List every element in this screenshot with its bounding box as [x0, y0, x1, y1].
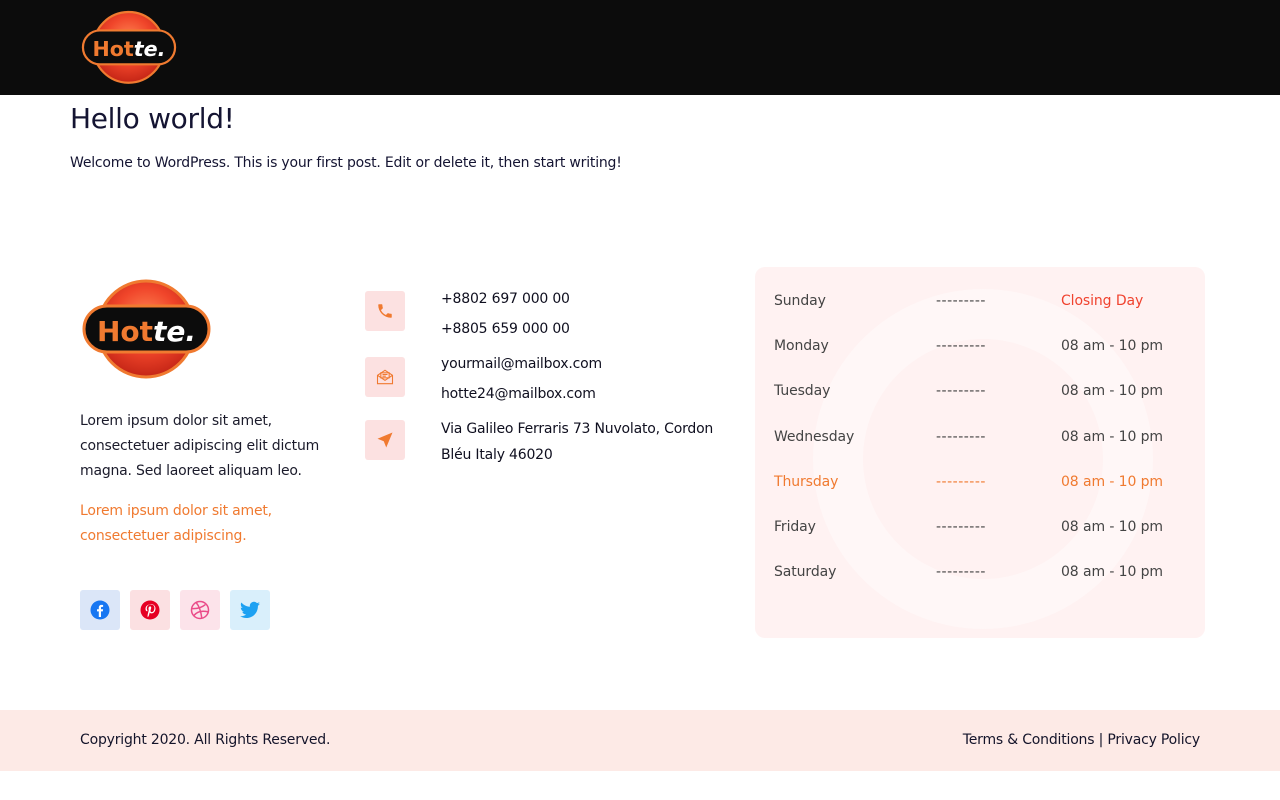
hours-row: Saturday --------- 08 am - 10 pm: [755, 560, 1205, 584]
privacy-link[interactable]: Privacy Policy: [1107, 732, 1200, 748]
envelope-icon: [376, 369, 394, 385]
copyright-text: Copyright 2020. All Rights Reserved.: [80, 732, 331, 748]
location-icon-box: [365, 420, 405, 460]
hours-dashes: ---------: [936, 519, 986, 535]
dribbble-link[interactable]: [180, 590, 220, 630]
hours-day: Monday: [774, 338, 829, 355]
footer-about-text: Lorem ipsum dolor sit amet, consectetuer…: [80, 413, 320, 479]
hours-time: Closing Day: [1061, 293, 1144, 309]
site-logo[interactable]: Hotte.: [80, 9, 178, 85]
svg-text:Hotte.: Hotte.: [97, 315, 196, 348]
hours-row: Sunday --------- Closing Day: [755, 289, 1205, 313]
address-line-2: Bléu Italy 46020: [441, 447, 553, 463]
svg-text:Hotte.: Hotte.: [93, 37, 166, 61]
address-line-1: Via Galileo Ferraris 73 Nuvolato, Cordon: [441, 421, 714, 437]
email-2[interactable]: hotte24@mailbox.com: [441, 386, 596, 402]
hours-dashes: ---------: [936, 564, 986, 581]
hours-row: Thursday --------- 08 am - 10 pm: [755, 470, 1205, 494]
hours-time: 08 am - 10 pm: [1061, 473, 1163, 490]
twitter-icon: [240, 601, 260, 618]
hours-time: 08 am - 10 pm: [1061, 428, 1163, 445]
pinterest-link[interactable]: [130, 590, 170, 630]
site-header: Hotte.: [0, 0, 1280, 95]
footer-bottom-bar: Copyright 2020. All Rights Reserved. Ter…: [0, 710, 1280, 771]
decorative-ring-inner: [863, 339, 1103, 579]
email-1[interactable]: yourmail@mailbox.com: [441, 356, 602, 372]
legal-links: Terms & Conditions | Privacy Policy: [963, 732, 1200, 748]
twitter-link[interactable]: [230, 590, 270, 630]
hours-row: Friday --------- 08 am - 10 pm: [755, 515, 1205, 539]
terms-link[interactable]: Terms & Conditions: [963, 732, 1095, 748]
hours-row: Wednesday --------- 08 am - 10 pm: [755, 425, 1205, 449]
navigation-arrow-icon: [377, 432, 393, 448]
hours-row: Monday --------- 08 am - 10 pm: [755, 334, 1205, 358]
pinterest-icon: [140, 600, 160, 620]
hours-row: Tuesday --------- 08 am - 10 pm: [755, 379, 1205, 403]
hours-dashes: ---------: [936, 473, 986, 490]
hours-time: 08 am - 10 pm: [1061, 519, 1163, 535]
post-body: Welcome to WordPress. This is your first…: [70, 155, 622, 171]
legal-separator: |: [1098, 732, 1104, 748]
hours-time: 08 am - 10 pm: [1061, 338, 1163, 355]
hours-time: 08 am - 10 pm: [1061, 383, 1163, 400]
hours-dashes: ---------: [936, 338, 986, 355]
hours-day: Saturday: [774, 564, 837, 581]
phone-icon-box: [365, 291, 405, 331]
footer-about-accent: Lorem ipsum dolor sit amet, consectetuer…: [80, 503, 272, 544]
hours-day: Wednesday: [774, 428, 855, 445]
hours-day: Friday: [774, 519, 816, 535]
opening-hours-card: Sunday --------- Closing Day Monday --------…: [755, 267, 1205, 638]
phone-number-1[interactable]: +8802 697 000 00: [441, 291, 570, 307]
dribbble-icon: [190, 600, 210, 620]
facebook-link[interactable]: [80, 590, 120, 630]
hours-dashes: ---------: [936, 428, 986, 445]
phone-icon: [378, 304, 392, 318]
hours-dashes: ---------: [936, 383, 986, 400]
hours-time: 08 am - 10 pm: [1061, 564, 1163, 581]
hours-day: Thursday: [774, 473, 839, 490]
footer-logo[interactable]: Hotte.: [80, 277, 213, 380]
hours-day: Tuesday: [774, 383, 831, 400]
phone-number-2[interactable]: +8805 659 000 00: [441, 321, 570, 337]
facebook-icon: [90, 600, 110, 620]
post-title[interactable]: Hello world!: [70, 102, 235, 135]
hours-day: Sunday: [774, 293, 826, 309]
mail-icon-box: [365, 357, 405, 397]
hours-dashes: ---------: [936, 293, 986, 309]
